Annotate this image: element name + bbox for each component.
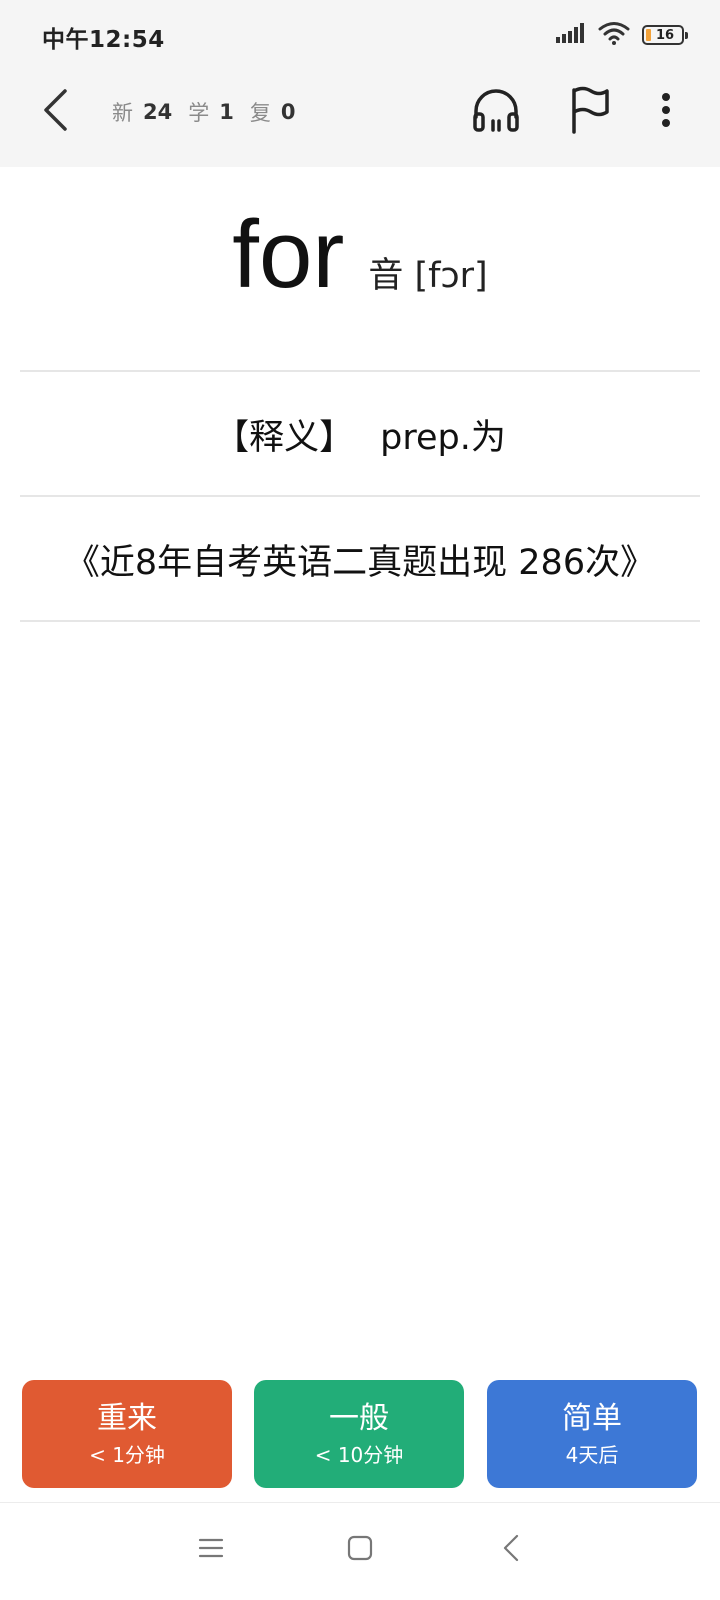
- easy-interval: 4天后: [565, 1443, 619, 1467]
- definition-tag: 【释义】: [214, 418, 355, 458]
- nav-home-button[interactable]: [338, 1528, 382, 1572]
- nav-recents-button[interactable]: [189, 1528, 233, 1572]
- review-count-label: 复: [249, 101, 271, 125]
- frequency-row: 《近8年自考英语二真题出现 286次》: [20, 497, 700, 622]
- system-nav-bar: [0, 1502, 720, 1600]
- good-interval: < 10分钟: [314, 1443, 404, 1467]
- new-count-value: 24: [143, 100, 173, 124]
- battery-icon: 16: [642, 25, 688, 45]
- again-label: 重来: [97, 1401, 157, 1436]
- new-count-label: 新: [112, 101, 133, 125]
- good-button[interactable]: 一般 < 10分钟: [254, 1380, 464, 1488]
- flag-icon: [569, 86, 611, 138]
- status-bar: 中午12:54 16: [0, 0, 720, 70]
- status-time: 中午12:54: [42, 27, 165, 53]
- flag-button[interactable]: [562, 84, 618, 140]
- review-counts: 新 24 学 1 复 0: [112, 94, 311, 130]
- again-interval: < 1分钟: [89, 1443, 165, 1467]
- nav-back-button[interactable]: [489, 1528, 533, 1572]
- frequency-text: 《近8年自考英语二真题出现 286次》: [64, 543, 656, 583]
- learn-count-value: 1: [219, 100, 234, 124]
- definition-text: prep.为: [380, 418, 506, 458]
- status-icons: 16: [556, 21, 688, 49]
- headphones-icon: [472, 87, 520, 137]
- square-home-icon: [347, 1535, 373, 1565]
- word-text: for: [232, 201, 345, 308]
- more-vertical-icon: [661, 92, 671, 132]
- easy-label: 简单: [562, 1401, 622, 1436]
- divider-3: [20, 620, 700, 622]
- review-count-value: 0: [280, 100, 296, 124]
- battery-fill: [646, 29, 651, 41]
- chevron-left-icon: [41, 88, 69, 136]
- nav-back-chevron-icon: [502, 1534, 520, 1566]
- good-label: 一般: [329, 1401, 389, 1436]
- phonetic-text: 音 [fɔr]: [368, 256, 488, 296]
- word-row: for 音 [fɔr]: [0, 200, 720, 320]
- signal-icon: [556, 23, 586, 47]
- more-menu-button[interactable]: [648, 84, 684, 140]
- back-button[interactable]: [30, 84, 80, 140]
- learn-count-label: 学: [188, 101, 210, 125]
- again-button[interactable]: 重来 < 1分钟: [22, 1380, 232, 1488]
- definition-row: 【释义】 prep.为: [20, 372, 700, 497]
- easy-button[interactable]: 简单 4天后: [487, 1380, 697, 1488]
- audio-button[interactable]: [468, 84, 524, 140]
- toolbar: 新 24 学 1 复 0: [0, 70, 720, 167]
- wifi-icon: [598, 21, 630, 49]
- battery-level: 16: [655, 27, 675, 43]
- menu-lines-icon: [198, 1537, 224, 1563]
